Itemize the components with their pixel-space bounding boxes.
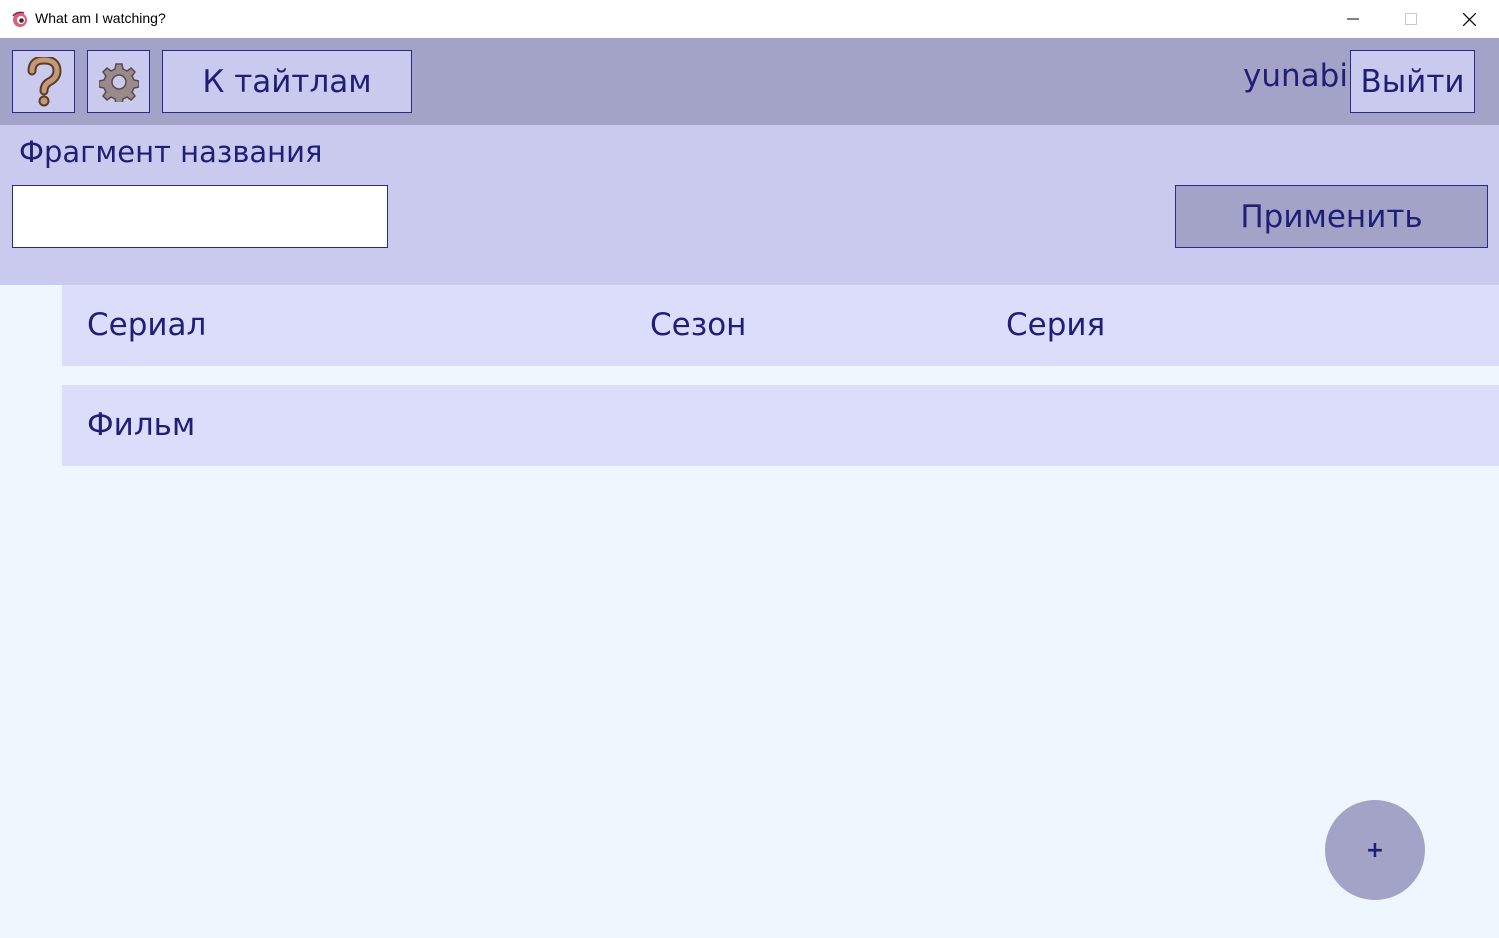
title-fragment-label: Фрагмент названия (19, 135, 323, 169)
list-item[interactable]: Сериал Сезон Серия (62, 285, 1499, 366)
season-label: Сезон (650, 307, 747, 343)
question-mark-icon (27, 56, 62, 106)
window-titlebar: What am I watching? (0, 0, 1499, 38)
close-icon (1462, 12, 1476, 26)
title-search-input[interactable] (12, 185, 388, 248)
episode-label: Серия (1006, 307, 1106, 343)
app-logo-icon (12, 11, 27, 27)
window-title: What am I watching? (35, 10, 166, 26)
add-button[interactable]: + (1325, 800, 1425, 900)
username-label: yunabi (1243, 58, 1348, 94)
close-button[interactable] (1440, 0, 1498, 38)
movie-type-label: Фильм (87, 407, 196, 443)
maximize-icon (1405, 13, 1417, 25)
logout-button[interactable]: Выйти (1350, 50, 1475, 113)
filter-panel: Фрагмент названия Применить (0, 125, 1499, 285)
apply-button[interactable]: Применить (1175, 185, 1488, 248)
gear-icon (98, 62, 139, 102)
top-toolbar: К тайтлам yunabi Выйти (0, 38, 1499, 125)
minimize-button[interactable] (1324, 0, 1382, 38)
titles-button[interactable]: К тайтлам (162, 50, 412, 113)
series-type-label: Сериал (87, 307, 207, 343)
settings-button[interactable] (87, 50, 150, 113)
list-item[interactable]: Фильм (62, 385, 1499, 466)
maximize-button (1382, 0, 1440, 38)
minimize-icon (1347, 18, 1359, 20)
help-button[interactable] (12, 50, 75, 113)
